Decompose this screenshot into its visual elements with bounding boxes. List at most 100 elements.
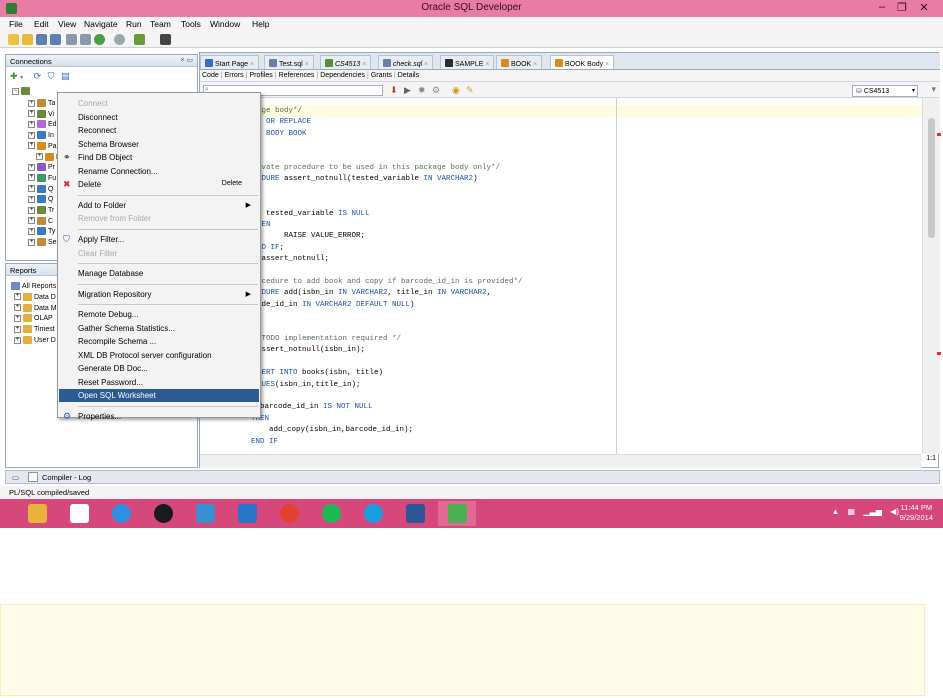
taskbar-button[interactable] — [228, 501, 266, 526]
log-icon[interactable]: ▭ — [12, 473, 19, 482]
expand-icon[interactable]: + — [28, 163, 35, 171]
menu-item-manage-database[interactable]: Manage Database — [59, 267, 259, 280]
expand-icon[interactable]: + — [14, 336, 21, 344]
report-item[interactable]: All Reports — [11, 282, 56, 290]
subtab-errors[interactable]: Errors — [225, 72, 244, 79]
connection-selector[interactable]: ⛁ CS4513 ▾ — [852, 85, 918, 97]
edit-icon[interactable]: ✎ — [466, 85, 474, 96]
run-code-icon[interactable]: ▶ — [404, 85, 411, 96]
menu-item-xml-db-protocol-server-configuration[interactable]: XML DB Protocol server configuration — [59, 349, 259, 362]
expand-icon[interactable]: + — [28, 227, 35, 235]
horizontal-scrollbar[interactable] — [200, 454, 922, 468]
expand-icon[interactable]: + — [36, 153, 43, 160]
taskbar-button[interactable] — [438, 501, 476, 526]
tree-item[interactable]: + C — [28, 216, 53, 225]
taskbar-button[interactable] — [18, 501, 56, 526]
subtab-profiles[interactable]: Profiles — [249, 72, 272, 79]
clock[interactable]: 11:44 PM 9/29/2014 — [900, 503, 933, 523]
taskbar-button[interactable] — [144, 501, 182, 526]
taskbar-button[interactable] — [312, 501, 350, 526]
error-marker[interactable] — [937, 133, 941, 136]
scrollbar-thumb[interactable] — [928, 118, 935, 238]
redo-icon[interactable] — [80, 34, 91, 45]
tree-item[interactable]: + Q — [28, 184, 53, 193]
menu-file[interactable]: File — [9, 19, 23, 29]
expand-icon[interactable]: + — [28, 99, 35, 107]
menu-item-find-db-object[interactable]: ⚭ Find DB Object — [59, 151, 259, 164]
vertical-scrollbar[interactable] — [922, 98, 941, 454]
report-item[interactable]: + Timest — [14, 325, 55, 334]
editor-tab[interactable]: CS4513 × — [320, 55, 372, 69]
menu-run[interactable]: Run — [126, 19, 142, 29]
tree-item[interactable]: + Tr — [28, 206, 54, 214]
tree-item[interactable]: + Pa — [28, 141, 57, 150]
close-button[interactable]: ✕ — [917, 1, 931, 14]
refresh-icon[interactable]: ⟳ — [34, 71, 42, 81]
subtab-details[interactable]: Details — [398, 72, 419, 79]
error-marker[interactable] — [937, 352, 941, 355]
taskbar-button[interactable] — [396, 501, 434, 526]
menu-navigate[interactable]: Navigate — [84, 19, 118, 29]
expand-icon[interactable]: + — [14, 304, 21, 312]
tree-item[interactable]: + Pr — [28, 163, 55, 172]
subtab-references[interactable]: References — [279, 72, 315, 79]
tree-item[interactable]: + Ed — [28, 120, 57, 129]
menu-item-schema-browser[interactable]: Schema Browser — [59, 138, 259, 151]
expand-icon[interactable]: + — [28, 185, 35, 193]
system-tray[interactable]: ▲ ▦ ▁▃▅ ◀) — [832, 507, 899, 516]
restore-button[interactable]: ❐ — [895, 1, 909, 14]
editor-tab[interactable]: BOOK × — [496, 55, 543, 69]
minimize-button[interactable]: – — [875, 1, 889, 13]
expand-icon[interactable]: + — [28, 195, 35, 203]
pane-controls[interactable]: × ▭ — [180, 56, 193, 64]
code-text-area[interactable]: age body*/ OR REPLACE E BODY BOOK ivate pr… — [200, 98, 922, 454]
menu-help[interactable]: Help — [252, 19, 269, 29]
taskbar-button[interactable] — [60, 501, 98, 526]
undo-icon[interactable] — [66, 34, 77, 45]
expand-icon[interactable]: + — [28, 217, 35, 225]
editor-tab[interactable]: Start Page × — [200, 55, 260, 69]
tree-item[interactable]: + Q — [28, 195, 53, 204]
taskbar-button[interactable] — [354, 501, 392, 526]
debug-icon[interactable]: ✹ — [418, 85, 426, 96]
expand-icon[interactable]: + — [14, 314, 21, 322]
menu-item-disconnect[interactable]: Disconnect — [59, 111, 259, 124]
menu-item-properties[interactable]: ⚙ Properties... — [59, 410, 259, 423]
menu-tools[interactable]: Tools — [181, 19, 201, 29]
report-item[interactable]: + Data D — [14, 292, 56, 301]
tab-close-icon[interactable]: × — [483, 61, 489, 68]
tree-item[interactable]: + Ty — [28, 227, 55, 236]
open-icon[interactable] — [22, 34, 33, 45]
save-all-icon[interactable] — [50, 34, 61, 45]
taskbar-button[interactable] — [270, 501, 308, 526]
expand-icon[interactable]: + — [28, 238, 35, 246]
expand-icon[interactable]: + — [28, 142, 35, 150]
menu-item-open-sql-worksheet[interactable]: Open SQL Worksheet — [59, 389, 259, 403]
menu-item-rename-connection[interactable]: Rename Connection... — [59, 165, 259, 178]
chevron-down-icon[interactable]: ▾ — [931, 84, 936, 95]
tab-close-icon[interactable]: × — [603, 61, 609, 68]
filter-icon[interactable]: ⛉ — [48, 71, 55, 81]
tree-item[interactable]: + Ta — [28, 99, 55, 107]
subtab-dependencies[interactable]: Dependencies — [320, 72, 365, 79]
expand-icon[interactable]: + — [28, 131, 35, 139]
tree-item[interactable]: + Fu — [28, 173, 56, 182]
menu-item-apply-filter[interactable]: ⛉ Apply Filter... — [59, 233, 259, 246]
menu-item-reset-password[interactable]: Reset Password... — [59, 376, 259, 389]
taskbar-button[interactable] — [186, 501, 224, 526]
menu-item-delete[interactable]: ✖ Delete Delete — [59, 178, 259, 191]
new-icon[interactable] — [8, 34, 19, 45]
tree-item[interactable]: + Vi — [28, 109, 54, 118]
expand-icon[interactable]: + — [28, 120, 35, 128]
menu-window[interactable]: Window — [210, 19, 240, 29]
subtab-code[interactable]: Code — [202, 72, 219, 79]
menu-view[interactable]: View — [58, 19, 76, 29]
expand-icon[interactable]: + — [28, 206, 35, 214]
back-icon[interactable] — [94, 34, 105, 45]
tab-close-icon[interactable]: × — [303, 61, 309, 68]
save-icon[interactable] — [36, 34, 47, 45]
compiler-log-tab[interactable]: Compiler - Log — [42, 473, 91, 482]
report-item[interactable]: + OLAP — [14, 314, 53, 323]
tree-item[interactable]: + In — [28, 131, 54, 140]
compile-icon[interactable]: ⬇ — [390, 85, 398, 96]
